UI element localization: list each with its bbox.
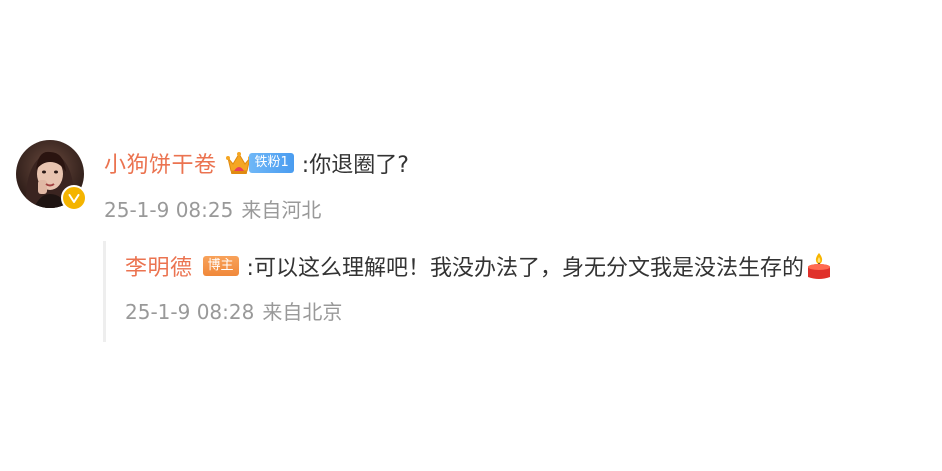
comment-text: :你退圈了? xyxy=(301,153,409,178)
comment-location: 来自河北 xyxy=(241,198,322,222)
blogger-badge: 博主 xyxy=(202,256,239,276)
comment-thread: 小狗饼干卷 铁粉1 :你退圈了? 25-1-9 08:25 来自河北 李明德 博主… xyxy=(0,0,942,471)
reply-text: :可以这么理解吧！我没办法了，身无分文我是没法生存的 xyxy=(246,256,804,281)
fan-level-badge[interactable]: 铁粉1 xyxy=(248,153,294,173)
comment-timestamp: 25-1-9 08:25 xyxy=(104,198,234,222)
reply-meta: 25-1-9 08:28 来自北京 xyxy=(125,296,342,325)
comment-meta: 25-1-9 08:25 来自河北 xyxy=(104,194,321,223)
verified-badge-icon xyxy=(61,185,87,211)
reply-username[interactable]: 李明德 xyxy=(125,250,193,282)
reply-header: 李明德 博主 :可以这么理解吧！我没办法了，身无分文我是没法生存的 xyxy=(125,249,833,283)
comment-header: 小狗饼干卷 铁粉1 :你退圈了? xyxy=(104,146,409,180)
reply-divider xyxy=(103,241,106,342)
reply-timestamp: 25-1-9 08:28 xyxy=(125,300,255,324)
candle-icon xyxy=(807,253,830,279)
reply-location: 来自北京 xyxy=(262,300,343,324)
comment-username[interactable]: 小狗饼干卷 xyxy=(104,147,217,179)
avatar[interactable] xyxy=(16,140,87,211)
